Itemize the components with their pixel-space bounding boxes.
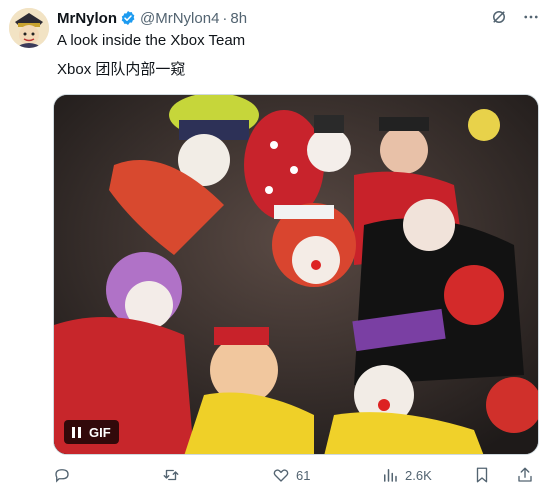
post-text-chinese: Xbox 团队内部一窥 bbox=[57, 61, 186, 78]
header-actions bbox=[490, 8, 540, 26]
grok-icon[interactable] bbox=[490, 8, 508, 26]
gif-label: GIF bbox=[89, 424, 111, 440]
heart-icon bbox=[273, 469, 289, 482]
like-count: 61 bbox=[296, 467, 311, 483]
repost-button[interactable] bbox=[162, 466, 180, 484]
views-chart-icon bbox=[384, 469, 397, 482]
views-button[interactable]: 2.6K bbox=[381, 466, 432, 484]
bookmark-icon bbox=[476, 467, 488, 483]
post-header: MrNylon @MrNylon4 · 8h bbox=[57, 8, 540, 28]
like-button[interactable]: 61 bbox=[272, 466, 310, 484]
verified-badge-icon bbox=[120, 10, 136, 26]
author-handle[interactable]: @MrNylon4 bbox=[140, 10, 219, 27]
post-media-gif[interactable]: GIF bbox=[53, 94, 539, 455]
action-bar: 61 2.6K bbox=[53, 466, 533, 486]
bookmark-button[interactable] bbox=[473, 466, 491, 484]
avatar[interactable] bbox=[9, 8, 49, 48]
gif-badge[interactable]: GIF bbox=[64, 420, 119, 444]
share-button[interactable] bbox=[516, 466, 534, 484]
views-count: 2.6K bbox=[405, 467, 432, 483]
post-timestamp[interactable]: 8h bbox=[230, 10, 247, 27]
reply-button[interactable] bbox=[53, 466, 71, 484]
separator-dot: · bbox=[222, 9, 228, 27]
pause-icon[interactable] bbox=[72, 426, 81, 438]
share-icon bbox=[518, 467, 532, 482]
repost-icon bbox=[163, 469, 179, 481]
author-name[interactable]: MrNylon bbox=[57, 10, 117, 27]
more-options-icon[interactable] bbox=[522, 8, 540, 26]
reply-icon bbox=[55, 469, 69, 483]
post-text-english: A look inside the Xbox Team bbox=[57, 32, 246, 49]
avatar-image bbox=[9, 8, 49, 48]
gif-frame-image bbox=[54, 95, 538, 454]
